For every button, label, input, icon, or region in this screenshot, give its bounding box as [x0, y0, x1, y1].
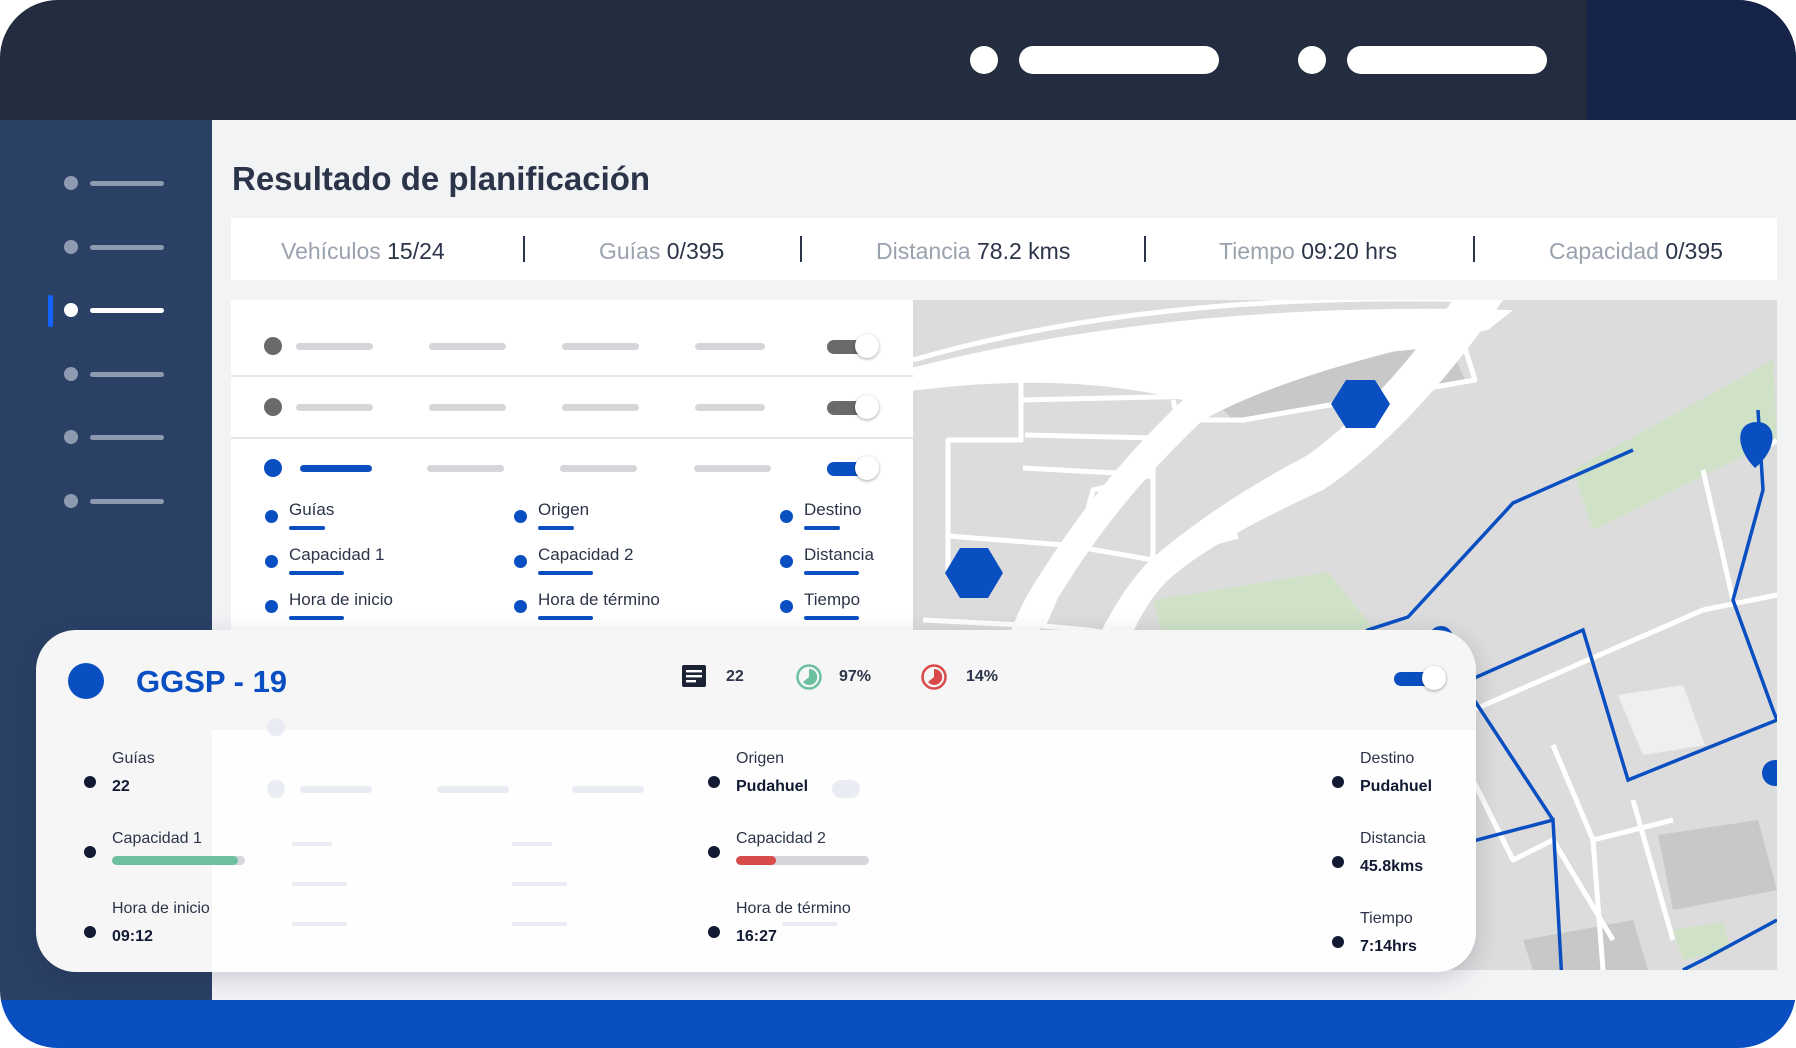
top-bar: [0, 0, 1796, 120]
page-title: Resultado de planificación: [232, 160, 651, 197]
document-list-icon: [682, 665, 706, 687]
stat-guias: Guías 0/395: [599, 238, 725, 264]
app-window: Resultado de planificación Vehículos 15/…: [0, 0, 1796, 1048]
metric-capacidad-2-value: 14%: [966, 668, 999, 685]
top-bar-dot-1[interactable]: [970, 46, 998, 74]
stat-distancia: Distancia 78.2 kms: [876, 238, 1071, 264]
sidebar-item-5[interactable]: [64, 429, 174, 445]
vehicle-status-dot: [264, 337, 282, 355]
capacidad-2-progress: [736, 856, 869, 865]
stat-capacidad: Capacidad 0/395: [1549, 238, 1723, 264]
sidebar-active-indicator: [48, 295, 53, 327]
stat-separator: [1473, 236, 1475, 262]
sidebar-item-4[interactable]: [64, 366, 174, 382]
capacidad-1-progress: [112, 856, 245, 865]
vehicle-list: Guías Origen Destino Capacidad 1 Capacid…: [231, 300, 913, 630]
stat-separator: [523, 236, 525, 262]
vehicle-toggle[interactable]: [827, 334, 879, 358]
sidebar-item-3[interactable]: [64, 302, 174, 318]
stat-separator: [1144, 236, 1146, 262]
sidebar-item-6[interactable]: [64, 493, 174, 509]
pie-progress-green-icon: [796, 664, 822, 690]
vehicle-toggle[interactable]: [827, 395, 879, 419]
vehicle-color-dot: [68, 663, 104, 699]
top-bar-corner: [1587, 0, 1796, 120]
sidebar-item-1[interactable]: [64, 175, 174, 191]
vehicle-row-1[interactable]: [231, 316, 913, 376]
vehicle-name: GGSP - 19: [136, 664, 288, 699]
vehicle-row-3[interactable]: [231, 438, 913, 498]
pie-progress-red-icon: [921, 664, 947, 690]
vehicle-toggle[interactable]: [827, 456, 879, 480]
sidebar-item-2[interactable]: [64, 239, 174, 255]
vehicle-status-dot: [264, 398, 282, 416]
vehicle-status-dot: [264, 459, 282, 477]
bottom-bar: [0, 1000, 1796, 1048]
card-ghost-background: [212, 718, 1476, 972]
top-bar-dot-2[interactable]: [1298, 46, 1326, 74]
vehicle-visibility-toggle[interactable]: [1394, 666, 1446, 690]
vehicle-detail-card[interactable]: GGSP - 19 22 97% 14% Guías 22 Capacidad 1…: [36, 630, 1476, 972]
vehicle-row-2[interactable]: [231, 377, 913, 437]
stat-vehiculos: Vehículos 15/24: [281, 238, 445, 264]
stats-bar: Vehículos 15/24 Guías 0/395 Distancia 78…: [231, 218, 1777, 280]
top-bar-pill-2[interactable]: [1347, 46, 1547, 74]
stat-separator: [800, 236, 802, 262]
metric-capacidad-1-value: 97%: [839, 668, 872, 685]
metric-guias-value: 22: [726, 668, 744, 685]
stat-tiempo: Tiempo 09:20 hrs: [1219, 238, 1398, 264]
top-bar-pill-1[interactable]: [1019, 46, 1219, 74]
